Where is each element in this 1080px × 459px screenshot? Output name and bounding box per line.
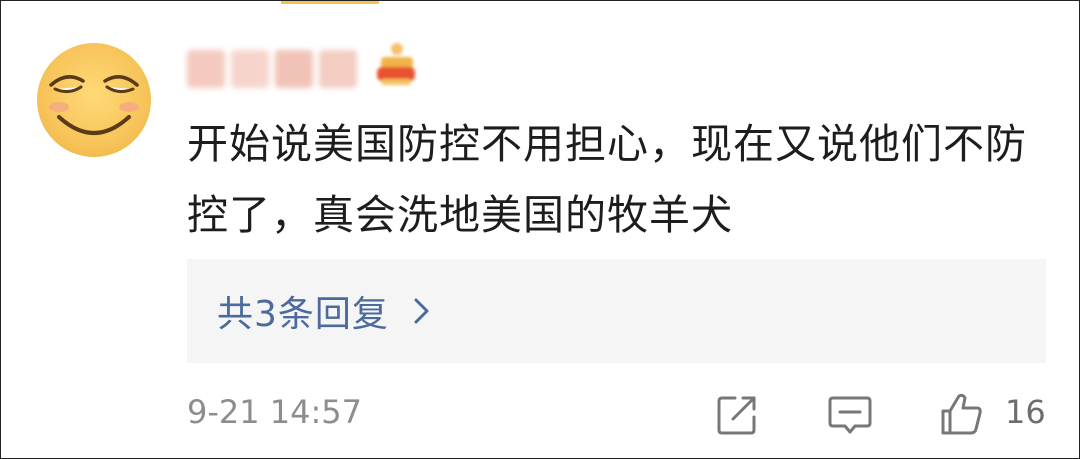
vip-crown-icon: [377, 43, 415, 85]
share-icon[interactable]: [715, 393, 759, 437]
thumbs-up-icon[interactable]: [939, 391, 985, 437]
avatar[interactable]: [37, 43, 151, 157]
blurred-char: [275, 50, 313, 88]
smiley-face-icon: [49, 75, 139, 135]
like-count: 16: [1005, 393, 1046, 431]
comment-icon[interactable]: [827, 393, 873, 437]
blurred-char: [231, 50, 269, 88]
chevron-right-icon: [414, 298, 429, 324]
view-replies-button[interactable]: 共3条回复: [187, 259, 1046, 363]
replies-label: 共3条回复: [217, 294, 389, 335]
blurred-char: [187, 50, 225, 88]
timestamp: 9-21 14:57: [187, 393, 363, 431]
username-blurred[interactable]: [187, 47, 363, 91]
comment-text: 开始说美国防控不用担心，现在又说他们不防控了，真会洗地美国的牧羊犬: [187, 120, 1027, 239]
blurred-char: [319, 50, 357, 88]
top-accent-strip: [281, 1, 379, 4]
comment-card: 开始说美国防控不用担心，现在又说他们不防控了，真会洗地美国的牧羊犬 共3条回复 …: [0, 0, 1080, 459]
